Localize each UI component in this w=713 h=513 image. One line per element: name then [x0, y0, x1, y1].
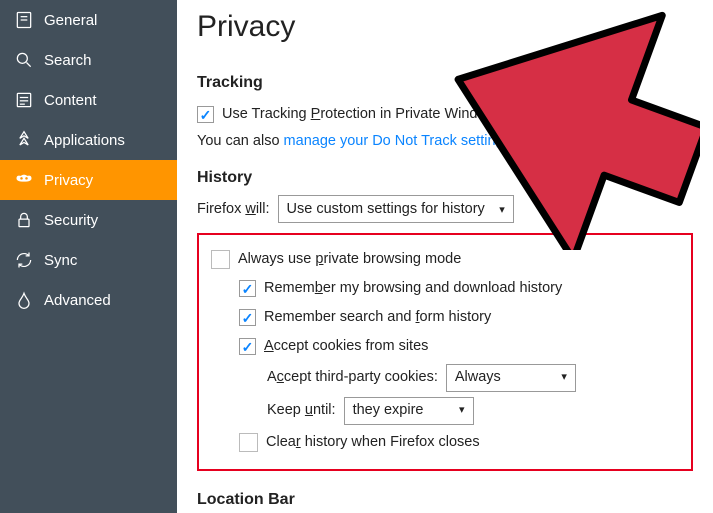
highlighted-box: Always use private browsing mode Remembe…	[197, 233, 693, 471]
search-icon	[14, 50, 34, 70]
sidebar-item-label: General	[44, 12, 97, 29]
accept-cookies-label: Accept cookies from sites	[264, 332, 428, 361]
sidebar-item-advanced[interactable]: Advanced	[0, 280, 177, 320]
clear-on-close-checkbox[interactable]	[239, 433, 258, 452]
sidebar-item-sync[interactable]: Sync	[0, 240, 177, 280]
general-icon	[14, 10, 34, 30]
remember-form-row: Remember search and form history	[239, 303, 679, 332]
third-party-row: Accept third-party cookies: Always	[267, 361, 679, 394]
keep-until-row: Keep until: they expire	[267, 394, 679, 427]
location-heading: Location Bar	[197, 491, 693, 509]
sidebar-item-privacy[interactable]: Privacy	[0, 160, 177, 200]
remember-browse-label: Remember my browsing and download histor…	[264, 274, 562, 303]
content-panel: Privacy Tracking Use Tracking Protection…	[177, 0, 713, 513]
page-title: Privacy	[197, 10, 693, 44]
sidebar-item-label: Sync	[44, 252, 77, 269]
sidebar-item-search[interactable]: Search	[0, 40, 177, 80]
history-will-row: Firefox will: Use custom settings for hi…	[197, 195, 693, 223]
third-party-label: Accept third-party cookies:	[267, 361, 438, 394]
tracking-hint: You can also manage your Do Not Track se…	[197, 133, 693, 149]
accept-cookies-checkbox[interactable]	[239, 338, 256, 355]
sidebar-item-content[interactable]: Content	[0, 80, 177, 120]
applications-icon	[14, 130, 34, 150]
sidebar-item-label: Content	[44, 92, 97, 109]
tracking-protection-checkbox[interactable]	[197, 106, 214, 123]
history-heading: History	[197, 169, 693, 187]
always-private-checkbox[interactable]	[211, 250, 230, 269]
advanced-icon	[14, 290, 34, 310]
lock-icon	[14, 210, 34, 230]
tracking-protection-label: Use Tracking Protection in Private Windo…	[222, 100, 503, 129]
sidebar-item-security[interactable]: Security	[0, 200, 177, 240]
history-will-label: Firefox will:	[197, 201, 270, 217]
sidebar: General Search Content Applications Priv…	[0, 0, 177, 513]
sidebar-item-label: Advanced	[44, 292, 111, 309]
dnt-link[interactable]: manage your Do Not Track settings	[284, 133, 511, 149]
remember-form-checkbox[interactable]	[239, 309, 256, 326]
sidebar-item-label: Privacy	[44, 172, 93, 189]
sync-icon	[14, 250, 34, 270]
sidebar-item-label: Applications	[44, 132, 125, 149]
always-private-row: Always use private browsing mode	[211, 245, 679, 274]
tracking-heading: Tracking	[197, 74, 693, 92]
remember-form-label: Remember search and form history	[264, 303, 491, 332]
sidebar-item-applications[interactable]: Applications	[0, 120, 177, 160]
sidebar-item-general[interactable]: General	[0, 0, 177, 40]
content-icon	[14, 90, 34, 110]
clear-on-close-row: Clear history when Firefox closes	[239, 428, 679, 457]
tracking-protection-row: Use Tracking Protection in Private Windo…	[197, 100, 693, 129]
sidebar-item-label: Search	[44, 52, 92, 69]
remember-browse-checkbox[interactable]	[239, 280, 256, 297]
remember-browse-row: Remember my browsing and download histor…	[239, 274, 679, 303]
sidebar-item-label: Security	[44, 212, 98, 229]
accept-cookies-row: Accept cookies from sites	[239, 332, 679, 361]
keep-until-label: Keep until:	[267, 394, 336, 427]
history-mode-select[interactable]: Use custom settings for history	[278, 195, 514, 223]
keep-until-select[interactable]: they expire	[344, 397, 474, 425]
privacy-icon	[14, 170, 34, 190]
clear-on-close-label: Clear history when Firefox closes	[266, 428, 480, 457]
third-party-select[interactable]: Always	[446, 364, 576, 392]
always-private-label: Always use private browsing mode	[238, 245, 461, 274]
